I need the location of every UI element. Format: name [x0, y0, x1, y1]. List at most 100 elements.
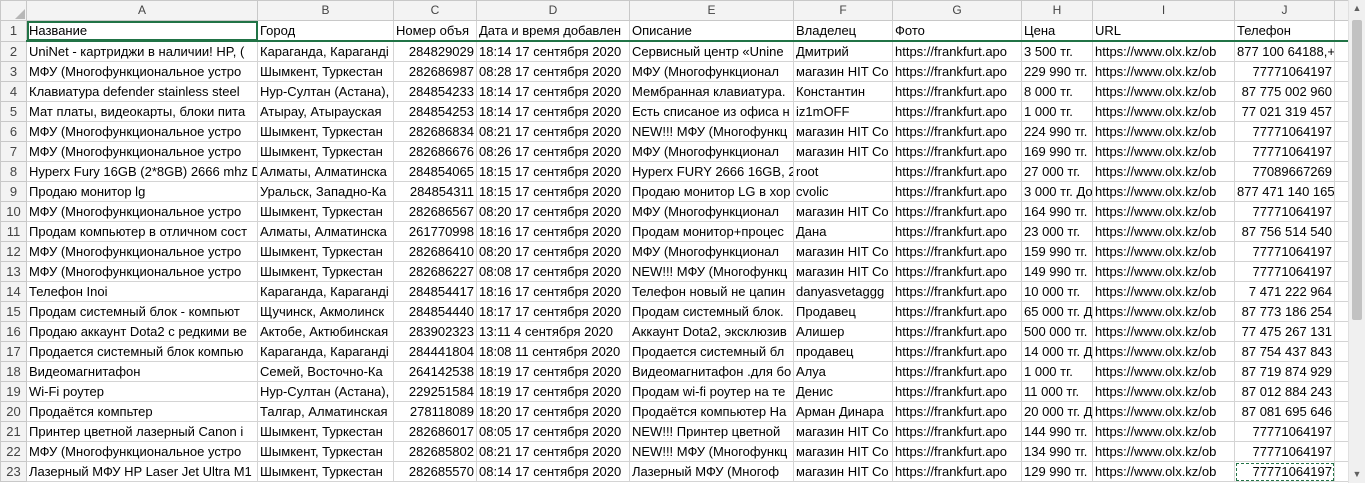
cell[interactable]: 10 000 тг. — [1021, 281, 1093, 302]
cell[interactable]: 87 719 874 929 — [1234, 361, 1335, 382]
cell[interactable]: Лазерный МФУ (Многоф — [629, 461, 794, 482]
row-header[interactable]: 12 — [0, 241, 27, 262]
column-header[interactable]: D — [476, 0, 630, 21]
cell[interactable] — [1334, 321, 1348, 342]
cell[interactable]: Шымкент, Туркестан — [257, 141, 394, 162]
cell[interactable]: МФУ (Многофункционал — [629, 201, 794, 222]
cell[interactable]: 18:14 17 сентября 2020 — [476, 40, 630, 62]
cell[interactable]: магазин HIT Co — [793, 61, 893, 82]
cell[interactable]: 144 990 тг. — [1021, 421, 1093, 442]
cell[interactable]: 77089667269 — [1234, 161, 1335, 182]
cell[interactable]: danyasvetaggg — [793, 281, 893, 302]
cell[interactable]: https://frankfurt.apo — [892, 301, 1022, 322]
cell[interactable]: https://frankfurt.apo — [892, 361, 1022, 382]
cell[interactable]: https://frankfurt.apo — [892, 441, 1022, 462]
cell[interactable] — [1334, 141, 1348, 162]
cell[interactable]: https://frankfurt.apo — [892, 161, 1022, 182]
cell[interactable]: https://www.olx.kz/ob — [1092, 241, 1235, 262]
cell[interactable]: Алматы, Алматинска — [257, 161, 394, 182]
cell[interactable] — [1334, 61, 1348, 82]
cell[interactable]: https://www.olx.kz/ob — [1092, 61, 1235, 82]
row-header[interactable]: 7 — [0, 141, 27, 162]
cell[interactable]: Продаю монитор LG в хор — [629, 181, 794, 202]
cell[interactable]: NEW!!! МФУ (Многофункц — [629, 121, 794, 142]
cell[interactable]: продавец — [793, 341, 893, 362]
cell[interactable]: магазин HIT Co — [793, 461, 893, 482]
cell[interactable]: 284854253 — [393, 101, 477, 122]
cell[interactable]: Продам системный блок - компьют — [26, 301, 258, 322]
row-header[interactable]: 15 — [0, 301, 27, 322]
header-cell[interactable]: URL — [1092, 20, 1235, 42]
cell[interactable]: https://www.olx.kz/ob — [1092, 401, 1235, 422]
cell[interactable]: 164 990 тг. — [1021, 201, 1093, 222]
cell[interactable]: 284441804 — [393, 341, 477, 362]
cell[interactable]: Клавиатура defender stainless steel — [26, 81, 258, 102]
cell[interactable]: https://frankfurt.apo — [892, 61, 1022, 82]
cell[interactable]: 87 754 437 843 — [1234, 341, 1335, 362]
cell[interactable]: https://frankfurt.apo — [892, 221, 1022, 242]
cell[interactable]: 18:14 17 сентября 2020 — [476, 81, 630, 102]
cell[interactable]: 87 775 002 960 — [1234, 81, 1335, 102]
cell[interactable]: 3 000 тг. До — [1021, 181, 1093, 202]
cell[interactable]: Продаю монитор lg — [26, 181, 258, 202]
cell[interactable]: Талгар, Алматинская — [257, 401, 394, 422]
cell[interactable]: 283902323 — [393, 321, 477, 342]
cell[interactable]: Телефон новый не цапин — [629, 281, 794, 302]
cell[interactable]: 77771064197 — [1234, 141, 1335, 162]
cell[interactable]: Wi-Fi роутер — [26, 381, 258, 402]
cell[interactable]: Алишер — [793, 321, 893, 342]
row-header[interactable]: 2 — [0, 40, 27, 62]
cell[interactable]: 08:08 17 сентября 2020 — [476, 261, 630, 282]
column-header[interactable]: E — [629, 0, 794, 21]
cell[interactable] — [1334, 341, 1348, 362]
cell[interactable]: 18:20 17 сентября 2020 — [476, 401, 630, 422]
cell[interactable] — [1334, 81, 1348, 102]
cell[interactable]: 20 000 тг. Д — [1021, 401, 1093, 422]
cell[interactable]: МФУ (Многофункционал — [629, 241, 794, 262]
cell[interactable]: 224 990 тг. — [1021, 121, 1093, 142]
cell[interactable]: https://www.olx.kz/ob — [1092, 121, 1235, 142]
cell[interactable]: 284854233 — [393, 81, 477, 102]
cell[interactable]: Уральск, Западно-Ка — [257, 181, 394, 202]
cell[interactable]: Видеомагнитафон .для бо — [629, 361, 794, 382]
row-header[interactable]: 4 — [0, 81, 27, 102]
cell[interactable]: 129 990 тг. — [1021, 461, 1093, 482]
cell[interactable]: МФУ (Многофункциональное устро — [26, 121, 258, 142]
cell[interactable]: магазин HIT Co — [793, 121, 893, 142]
cell[interactable]: 77771064197 — [1234, 201, 1335, 222]
cell[interactable]: 500 000 тг. , — [1021, 321, 1093, 342]
row-header[interactable]: 8 — [0, 161, 27, 182]
cell[interactable]: https://www.olx.kz/ob — [1092, 381, 1235, 402]
cell[interactable]: 282685802 — [393, 441, 477, 462]
cell[interactable]: https://frankfurt.apo — [892, 381, 1022, 402]
cell[interactable]: 77 475 267 131 — [1234, 321, 1335, 342]
cell[interactable]: Видеомагнитафон — [26, 361, 258, 382]
cell[interactable]: https://frankfurt.apo — [892, 181, 1022, 202]
cell[interactable]: 282686410 — [393, 241, 477, 262]
cell[interactable]: 77771064197 — [1234, 241, 1335, 262]
cell[interactable]: 1 000 тг. — [1021, 101, 1093, 122]
cell[interactable]: NEW!!! МФУ (Многофункц — [629, 261, 794, 282]
cell[interactable]: Шымкент, Туркестан — [257, 241, 394, 262]
cell[interactable]: 11 000 тг. — [1021, 381, 1093, 402]
row-header[interactable]: 13 — [0, 261, 27, 282]
cell[interactable]: https://frankfurt.apo — [892, 281, 1022, 302]
cell[interactable]: https://www.olx.kz/ob — [1092, 441, 1235, 462]
cell[interactable]: Шымкент, Туркестан — [257, 121, 394, 142]
cell[interactable]: Актобе, Актюбинская — [257, 321, 394, 342]
cell[interactable]: 877 471 140 165 — [1234, 181, 1335, 202]
cell[interactable]: Продавец — [793, 301, 893, 322]
cell[interactable] — [1334, 401, 1348, 422]
cell[interactable] — [1334, 261, 1348, 282]
cell[interactable]: https://frankfurt.apo — [892, 341, 1022, 362]
cell[interactable]: 18:15 17 сентября 2020 — [476, 161, 630, 182]
cell[interactable]: 134 990 тг. — [1021, 441, 1093, 462]
cell[interactable]: https://www.olx.kz/ob — [1092, 281, 1235, 302]
cell[interactable]: 282686676 — [393, 141, 477, 162]
vertical-scrollbar[interactable]: ▲ ▼ — [1348, 0, 1365, 483]
cell[interactable]: https://frankfurt.apo — [892, 461, 1022, 482]
cell[interactable]: 8 000 тг. — [1021, 81, 1093, 102]
cell[interactable]: root — [793, 161, 893, 182]
row-header[interactable]: 3 — [0, 61, 27, 82]
cell[interactable]: Арман Динара — [793, 401, 893, 422]
